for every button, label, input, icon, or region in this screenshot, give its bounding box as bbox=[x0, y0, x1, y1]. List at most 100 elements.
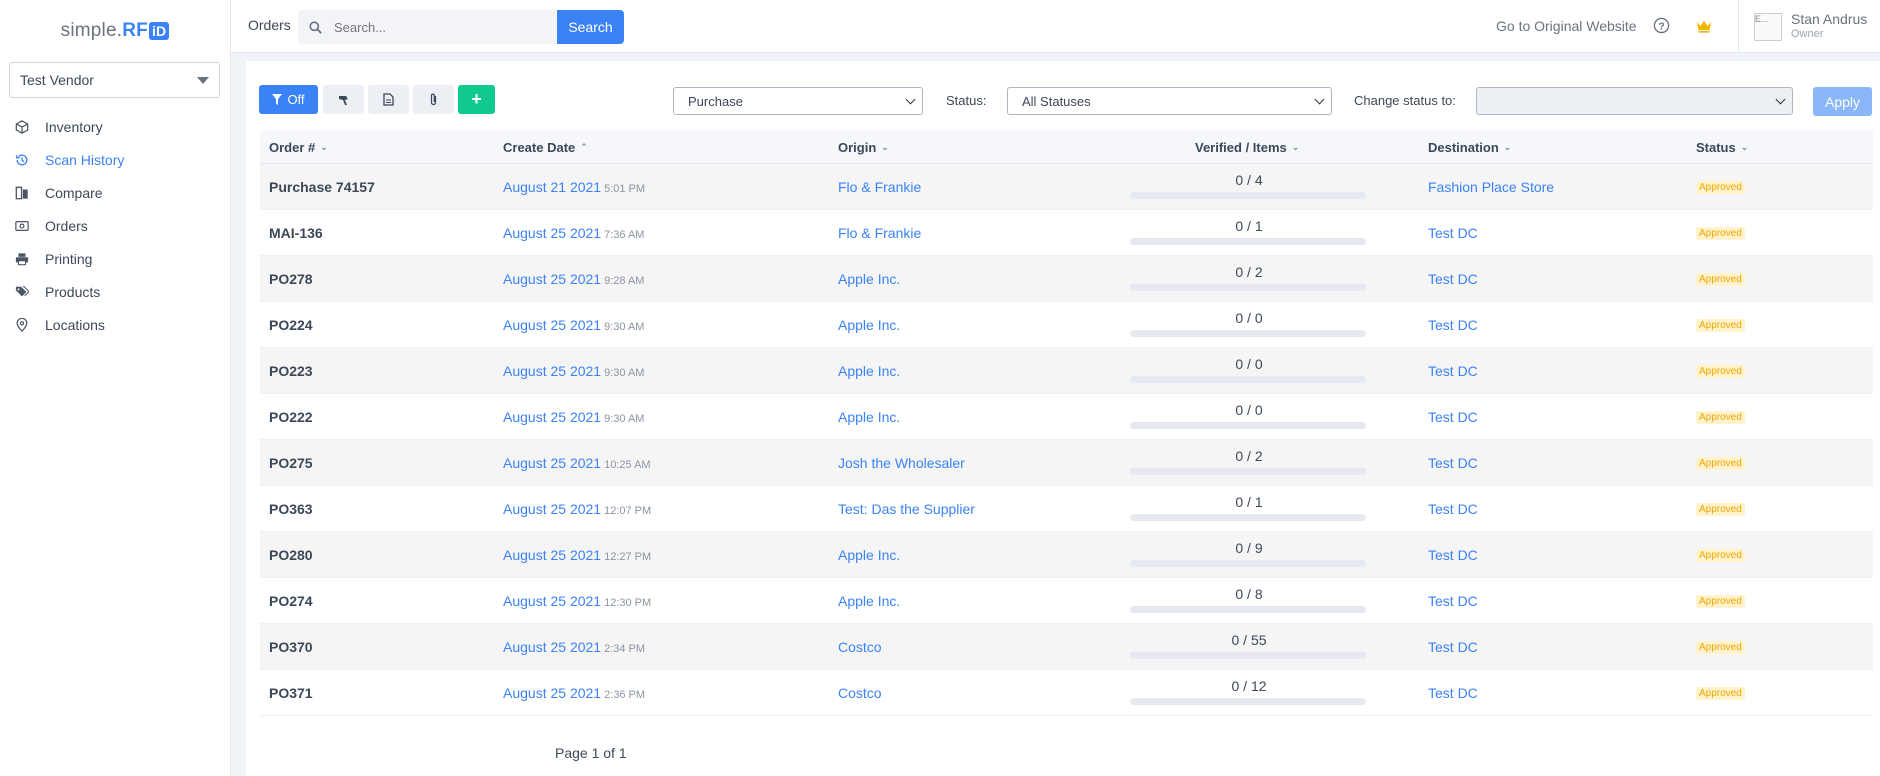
order-number[interactable]: PO371 bbox=[269, 685, 313, 701]
create-date[interactable]: August 25 2021 12:07 PM bbox=[503, 501, 651, 517]
destination-link[interactable]: Test DC bbox=[1428, 501, 1478, 517]
create-date-time: 10:25 AM bbox=[604, 459, 651, 471]
order-number[interactable]: MAI-136 bbox=[269, 225, 323, 241]
help-icon[interactable]: ? bbox=[1653, 17, 1670, 34]
table-row[interactable]: PO280 August 25 2021 12:27 PM Apple Inc. 0 /… bbox=[260, 532, 1873, 578]
destination-link[interactable]: Test DC bbox=[1428, 225, 1478, 241]
origin-link[interactable]: Apple Inc. bbox=[838, 547, 900, 563]
barcode-scanner-icon bbox=[338, 95, 348, 105]
destination-link[interactable]: Test DC bbox=[1428, 271, 1478, 287]
create-date[interactable]: August 25 2021 12:27 PM bbox=[503, 547, 651, 563]
table-row[interactable]: PO274 August 25 2021 12:30 PM Apple Inc. 0 /… bbox=[260, 578, 1873, 624]
table-row[interactable]: PO363 August 25 2021 12:07 PM Test: Das the… bbox=[260, 486, 1873, 532]
order-number[interactable]: PO274 bbox=[269, 593, 313, 609]
destination-link[interactable]: Test DC bbox=[1428, 685, 1478, 701]
filter-toggle-button[interactable]: Off bbox=[259, 85, 318, 114]
order-number[interactable]: PO223 bbox=[269, 363, 313, 379]
sidebar-item-printing[interactable]: Printing bbox=[0, 242, 230, 275]
column-header-label: Create Date bbox=[503, 140, 576, 155]
origin-link[interactable]: Apple Inc. bbox=[838, 409, 900, 425]
column-header-create-date[interactable]: Create Date ⌃ bbox=[503, 140, 588, 155]
sidebar-item-scan-history[interactable]: Scan History bbox=[0, 143, 230, 176]
table-row[interactable]: PO370 August 25 2021 2:34 PM Costco 0 / 55 Te… bbox=[260, 624, 1873, 670]
table-row[interactable]: Purchase 74157 August 21 2021 5:01 PM Flo &… bbox=[260, 164, 1873, 210]
order-number[interactable]: PO224 bbox=[269, 317, 313, 333]
change-status-select[interactable] bbox=[1476, 87, 1793, 115]
export-file-button[interactable] bbox=[368, 85, 409, 114]
status-filter-select[interactable]: All Statuses bbox=[1007, 87, 1332, 115]
search-input[interactable] bbox=[334, 19, 534, 35]
sidebar-item-products[interactable]: Products bbox=[0, 275, 230, 308]
origin-link[interactable]: Apple Inc. bbox=[838, 271, 900, 287]
sidebar-item-locations[interactable]: Locations bbox=[0, 308, 230, 341]
create-date[interactable]: August 25 2021 9:30 AM bbox=[503, 409, 644, 425]
create-date[interactable]: August 25 2021 12:30 PM bbox=[503, 593, 651, 609]
table-row[interactable]: PO275 August 25 2021 10:25 AM Josh the Whol… bbox=[260, 440, 1873, 486]
order-number[interactable]: PO363 bbox=[269, 501, 313, 517]
origin-link[interactable]: Apple Inc. bbox=[838, 593, 900, 609]
destination-link[interactable]: Test DC bbox=[1428, 455, 1478, 471]
sidebar-item-compare[interactable]: Compare bbox=[0, 176, 230, 209]
create-date[interactable]: August 25 2021 9:28 AM bbox=[503, 271, 644, 287]
column-header-destination[interactable]: Destination ⌄ bbox=[1428, 140, 1511, 155]
scan-button[interactable] bbox=[323, 85, 364, 114]
origin-link[interactable]: Flo & Frankie bbox=[838, 225, 921, 241]
create-date[interactable]: August 25 2021 2:34 PM bbox=[503, 639, 645, 655]
destination-link[interactable]: Test DC bbox=[1428, 593, 1478, 609]
origin-link[interactable]: Test: Das the Supplier bbox=[838, 501, 975, 517]
crown-icon[interactable] bbox=[1696, 19, 1712, 33]
apply-button[interactable]: Apply bbox=[1813, 87, 1872, 116]
column-header-status[interactable]: Status ⌄ bbox=[1696, 140, 1748, 155]
create-date-day: August 25 2021 bbox=[503, 501, 602, 517]
avatar[interactable]: E... bbox=[1754, 13, 1782, 41]
order-number[interactable]: PO370 bbox=[269, 639, 313, 655]
origin-link[interactable]: Flo & Frankie bbox=[838, 179, 921, 195]
order-number[interactable]: PO222 bbox=[269, 409, 313, 425]
origin-link[interactable]: Apple Inc. bbox=[838, 363, 900, 379]
compare-icon bbox=[15, 186, 28, 199]
create-date[interactable]: August 21 2021 5:01 PM bbox=[503, 179, 645, 195]
origin-link[interactable]: Costco bbox=[838, 639, 882, 655]
sidebar-item-orders[interactable]: Orders bbox=[0, 209, 230, 242]
table-row[interactable]: MAI-136 August 25 2021 7:36 AM Flo & Franki… bbox=[260, 210, 1873, 256]
table-row[interactable]: PO371 August 25 2021 2:36 PM Costco 0 / 12 Te… bbox=[260, 670, 1873, 716]
destination-link[interactable]: Test DC bbox=[1428, 363, 1478, 379]
origin-link[interactable]: Apple Inc. bbox=[838, 317, 900, 333]
create-date[interactable]: August 25 2021 7:36 AM bbox=[503, 225, 644, 241]
destination-link[interactable]: Fashion Place Store bbox=[1428, 179, 1554, 195]
column-header-origin[interactable]: Origin ⌄ bbox=[838, 140, 889, 155]
order-number[interactable]: PO275 bbox=[269, 455, 313, 471]
destination-link[interactable]: Test DC bbox=[1428, 317, 1478, 333]
add-order-button[interactable]: + bbox=[458, 85, 495, 114]
destination-link[interactable]: Test DC bbox=[1428, 639, 1478, 655]
user-name[interactable]: Stan Andrus bbox=[1791, 11, 1867, 27]
attach-button[interactable] bbox=[413, 85, 454, 114]
destination-link[interactable]: Test DC bbox=[1428, 547, 1478, 563]
table-row[interactable]: PO224 August 25 2021 9:30 AM Apple Inc. 0 / … bbox=[260, 302, 1873, 348]
sidebar-item-inventory[interactable]: Inventory bbox=[0, 110, 230, 143]
sort-down-icon: ⌄ bbox=[1503, 142, 1512, 152]
order-number[interactable]: PO278 bbox=[269, 271, 313, 287]
create-date-day: August 25 2021 bbox=[503, 409, 602, 425]
create-date[interactable]: August 25 2021 2:36 PM bbox=[503, 685, 645, 701]
order-number[interactable]: Purchase 74157 bbox=[269, 179, 375, 195]
status-badge: Approved bbox=[1696, 549, 1745, 562]
create-date[interactable]: August 25 2021 10:25 AM bbox=[503, 455, 651, 471]
order-type-select[interactable]: Purchase bbox=[673, 87, 923, 115]
create-date[interactable]: August 25 2021 9:30 AM bbox=[503, 317, 644, 333]
search-button[interactable]: Search bbox=[557, 10, 624, 44]
column-header-verified-items[interactable]: Verified / Items ⌄ bbox=[1195, 140, 1299, 155]
origin-link[interactable]: Costco bbox=[838, 685, 882, 701]
destination-link[interactable]: Test DC bbox=[1428, 409, 1478, 425]
create-date[interactable]: August 25 2021 9:30 AM bbox=[503, 363, 644, 379]
table-row[interactable]: PO278 August 25 2021 9:28 AM Apple Inc. 0 / … bbox=[260, 256, 1873, 302]
table-row[interactable]: PO222 August 25 2021 9:30 AM Apple Inc. 0 / … bbox=[260, 394, 1873, 440]
column-header-order[interactable]: Order # ⌄ bbox=[269, 140, 328, 155]
table-row[interactable]: PO223 August 25 2021 9:30 AM Apple Inc. 0 / … bbox=[260, 348, 1873, 394]
sidebar-item-label: Scan History bbox=[45, 151, 125, 168]
vendor-select[interactable]: Test Vendor bbox=[9, 62, 220, 98]
logo[interactable]: simple. RF iD bbox=[0, 0, 230, 62]
go-to-original-website-link[interactable]: Go to Original Website bbox=[1496, 18, 1637, 34]
origin-link[interactable]: Josh the Wholesaler bbox=[838, 455, 965, 471]
order-number[interactable]: PO280 bbox=[269, 547, 313, 563]
